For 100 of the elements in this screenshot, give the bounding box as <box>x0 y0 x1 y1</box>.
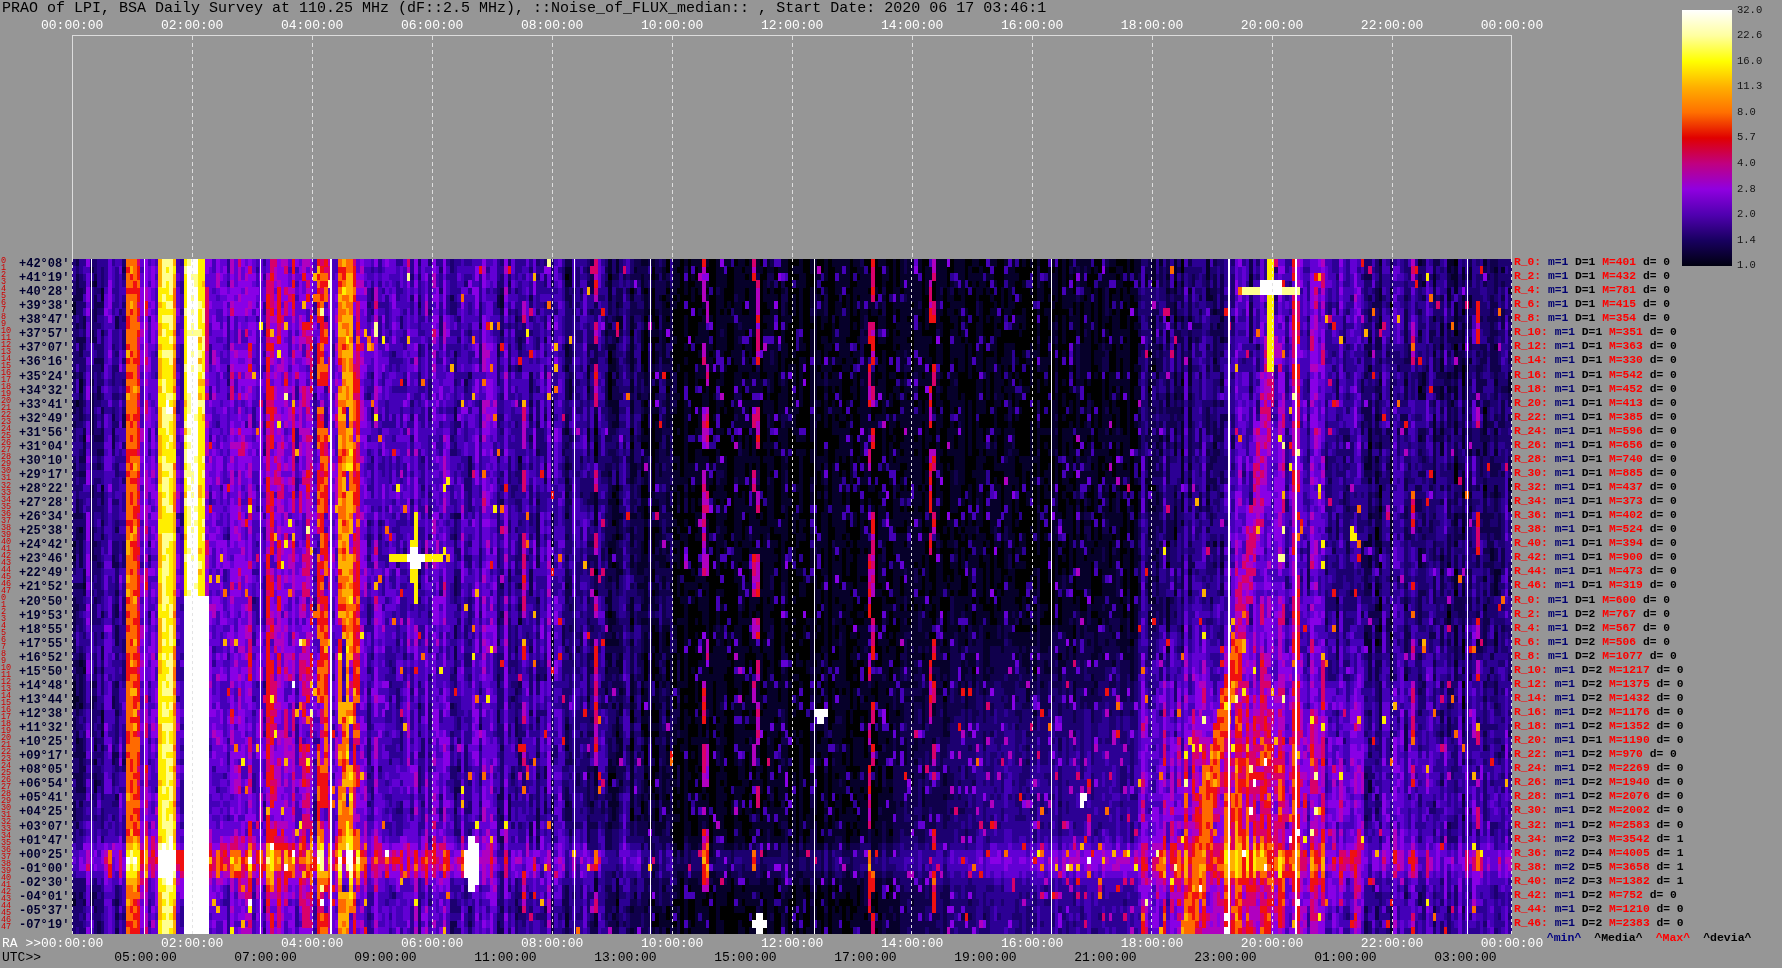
median-value: D=1 <box>1581 508 1603 523</box>
max-value: M=4005 <box>1609 845 1650 860</box>
row-index-label: 32 <box>1 482 13 490</box>
colorbar-tick-label: 2.8 <box>1737 182 1757 196</box>
row-index-label: 43 <box>1 896 13 904</box>
median-value: D=2 <box>1581 817 1603 832</box>
max-value: M=2383 <box>1609 915 1650 930</box>
row-index-label: 29 <box>1 461 13 469</box>
deviation-value: d= 0 <box>1649 325 1677 340</box>
max-value: M=1382 <box>1609 873 1650 888</box>
row-name-label: R_10: <box>1514 662 1548 677</box>
row-name-label: R_18: <box>1514 381 1548 396</box>
min-value: m=1 <box>1554 339 1576 354</box>
time-axis-label: 09:00:00 <box>354 951 417 965</box>
deviation-value: d= 0 <box>1649 395 1677 410</box>
median-value: D=1 <box>1581 395 1603 410</box>
declination-label: +27°28' <box>19 496 70 511</box>
max-value: M=740 <box>1609 451 1643 466</box>
declination-label: +32°49' <box>19 411 70 426</box>
declination-label: +31°56' <box>19 425 70 440</box>
deviation-value: d= 0 <box>1642 269 1671 284</box>
min-value: m=1 <box>1554 887 1576 902</box>
min-value: m=2 <box>1554 831 1576 846</box>
min-value: m=1 <box>1547 620 1569 635</box>
min-value: m=1 <box>1554 676 1576 691</box>
median-value: D=1 <box>1581 564 1603 579</box>
row-index-label: 6 <box>1 300 8 308</box>
median-value: D=1 <box>1581 381 1603 396</box>
min-value: m=1 <box>1554 536 1576 551</box>
median-value: D=2 <box>1581 690 1603 705</box>
row-index-label: 38 <box>1 861 13 869</box>
declination-label: +25°38' <box>19 524 70 539</box>
row-name-label: R_28: <box>1514 789 1548 804</box>
declination-label: +38°47' <box>19 313 70 328</box>
row-name-label: R_4: <box>1514 283 1542 298</box>
row-name-label: R_44: <box>1514 901 1548 916</box>
row-index-label: 11 <box>1 335 13 343</box>
declination-label: +14°48' <box>19 678 70 693</box>
deviation-value: d= 0 <box>1649 367 1677 382</box>
min-value: m=1 <box>1554 817 1576 832</box>
row-name-label: R_22: <box>1514 409 1548 424</box>
median-value: D=1 <box>1581 339 1603 354</box>
time-axis-label: 14:00:00 <box>880 17 944 35</box>
deviation-value: d= 1 <box>1656 859 1684 874</box>
deviation-value: d= 0 <box>1649 508 1677 523</box>
row-index-label: 31 <box>1 812 13 820</box>
row-index-label: 23 <box>1 419 13 427</box>
median-value: D=2 <box>1581 662 1603 677</box>
max-value: M=363 <box>1609 339 1643 354</box>
median-value: D=2 <box>1581 901 1603 916</box>
declination-label: +35°24' <box>19 369 70 384</box>
min-value: m=1 <box>1554 451 1576 466</box>
row-index-label: 43 <box>1 559 13 567</box>
row-name-label: R_0: <box>1514 592 1542 607</box>
min-value: m=2 <box>1554 859 1576 874</box>
time-axis-label: 21:00:00 <box>1074 951 1137 965</box>
deviation-value: d= 0 <box>1649 451 1677 466</box>
declination-label: +22°49' <box>19 566 70 581</box>
row-index-label: 15 <box>1 363 13 371</box>
max-value: M=1940 <box>1609 775 1650 790</box>
row-index-label: 35 <box>1 503 13 511</box>
median-value: D=1 <box>1581 353 1603 368</box>
min-value: m=1 <box>1554 550 1576 565</box>
declination-label: +40°28' <box>19 285 70 300</box>
deviation-value: d= 1 <box>1656 845 1684 860</box>
axis-title: UTC>> <box>2 951 41 965</box>
min-value: m=1 <box>1554 915 1576 930</box>
deviation-value: d= 0 <box>1649 381 1677 396</box>
row-name-label: R_44: <box>1514 564 1548 579</box>
time-axis-label: 12:00:00 <box>760 17 824 35</box>
time-axis-label: 07:00:00 <box>234 951 297 965</box>
deviation-value: d= 0 <box>1656 690 1684 705</box>
min-value: m=2 <box>1554 873 1576 888</box>
time-axis-label: 23:00:00 <box>1194 951 1257 965</box>
max-value: M=2076 <box>1609 789 1650 804</box>
max-value: M=1077 <box>1602 648 1643 663</box>
row-index-label: 26 <box>1 440 13 448</box>
row-index-label: 33 <box>1 826 13 834</box>
declination-label: +34°32' <box>19 383 70 398</box>
median-value: D=2 <box>1575 648 1596 663</box>
median-value: D=1 <box>1581 437 1603 452</box>
row-index-label: 46 <box>1 580 13 588</box>
max-value: M=1375 <box>1609 676 1650 691</box>
row-index-label: 1 <box>1 265 8 273</box>
time-axis-label: 20:00:00 <box>1240 937 1304 951</box>
row-name-label: R_40: <box>1514 873 1548 888</box>
row-index-label: 26 <box>1 777 13 785</box>
min-value: m=1 <box>1554 690 1576 705</box>
declination-label: +41°19' <box>19 271 70 286</box>
median-value: D=1 <box>1581 409 1603 424</box>
row-index-label: 25 <box>1 433 13 441</box>
row-index-label: 33 <box>1 489 13 497</box>
max-value: M=385 <box>1609 409 1643 424</box>
row-index-label: 12 <box>1 678 13 686</box>
max-value: M=506 <box>1602 634 1637 649</box>
max-value: M=542 <box>1609 367 1643 382</box>
row-name-label: R_0: <box>1514 255 1542 270</box>
declination-label: +24°42' <box>19 538 70 553</box>
row-index-label: 12 <box>1 342 13 350</box>
deviation-value: d= 0 <box>1656 789 1684 804</box>
